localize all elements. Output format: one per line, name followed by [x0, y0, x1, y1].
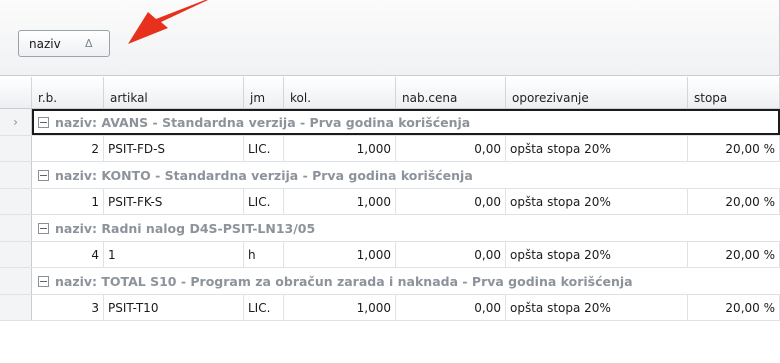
group-header[interactable]: naziv: TOTAL S10 - Program za obračun za…: [32, 268, 780, 294]
header-indicator: [0, 77, 32, 108]
cell-oporezivanje[interactable]: opšta stopa 20%: [506, 295, 688, 320]
table-row[interactable]: 1 PSIT-FK-S LIC. 1,000 0,00 opšta stopa …: [0, 189, 780, 215]
group-header[interactable]: naziv: AVANS - Standardna verzija - Prva…: [32, 109, 780, 135]
row-indicator: [0, 189, 32, 214]
cell-stopa[interactable]: 20,00 %: [688, 136, 780, 161]
row-indicator: [0, 242, 32, 267]
row-indicator: [0, 162, 32, 188]
header-oporezivanje[interactable]: oporezivanje: [506, 77, 688, 108]
cell-rb[interactable]: 2: [32, 136, 104, 161]
table-row[interactable]: 3 PSIT-T10 LIC. 1,000 0,00 opšta stopa 2…: [0, 295, 780, 321]
header-stopa[interactable]: stopa: [688, 77, 780, 108]
cell-artikal[interactable]: PSIT-FK-S: [104, 189, 244, 214]
group-header[interactable]: naziv: Radni nalog D4S-PSIT-LN13/05: [32, 215, 780, 241]
cell-jm[interactable]: h: [244, 242, 284, 267]
group-row[interactable]: naziv: KONTO - Standardna verzija - Prva…: [0, 162, 780, 189]
cell-nab-cena[interactable]: 0,00: [396, 295, 506, 320]
collapse-icon[interactable]: [38, 222, 49, 234]
group-row[interactable]: naziv: TOTAL S10 - Program za obračun za…: [0, 268, 780, 295]
collapse-icon[interactable]: [38, 169, 49, 181]
sort-ascending-icon: Δ: [85, 37, 93, 50]
cell-kol[interactable]: 1,000: [284, 242, 396, 267]
group-chip-label: naziv: [29, 36, 61, 51]
collapse-icon[interactable]: [38, 275, 49, 287]
cell-kol[interactable]: 1,000: [284, 136, 396, 161]
cell-rb[interactable]: 4: [32, 242, 104, 267]
cell-kol[interactable]: 1,000: [284, 295, 396, 320]
cell-stopa[interactable]: 20,00 %: [688, 242, 780, 267]
cell-rb[interactable]: 1: [32, 189, 104, 214]
header-artikal[interactable]: artikal: [104, 77, 244, 108]
grid-header: r.b. artikal jm kol. nab.cena oporezivan…: [0, 77, 780, 109]
cell-oporezivanje[interactable]: opšta stopa 20%: [506, 136, 688, 161]
group-chip-naziv[interactable]: naziv Δ: [18, 30, 110, 57]
group-label: naziv: Radni nalog D4S-PSIT-LN13/05: [55, 220, 316, 236]
header-rb[interactable]: r.b.: [32, 77, 104, 108]
header-nab-cena[interactable]: nab.cena: [396, 77, 506, 108]
red-arrow-icon: [128, 0, 208, 44]
group-header[interactable]: naziv: KONTO - Standardna verzija - Prva…: [32, 162, 780, 188]
cell-jm[interactable]: LIC.: [244, 136, 284, 161]
cell-oporezivanje[interactable]: opšta stopa 20%: [506, 242, 688, 267]
cell-oporezivanje[interactable]: opšta stopa 20%: [506, 189, 688, 214]
table-row[interactable]: 2 PSIT-FD-S LIC. 1,000 0,00 opšta stopa …: [0, 136, 780, 162]
row-indicator: [0, 215, 32, 241]
row-indicator: ›: [0, 109, 32, 135]
header-kol[interactable]: kol.: [284, 77, 396, 108]
cell-artikal[interactable]: PSIT-FD-S: [104, 136, 244, 161]
cell-stopa[interactable]: 20,00 %: [688, 295, 780, 320]
header-jm[interactable]: jm: [244, 77, 284, 108]
table-row[interactable]: 4 1 h 1,000 0,00 opšta stopa 20% 20,00 %: [0, 242, 780, 268]
cell-artikal[interactable]: PSIT-T10: [104, 295, 244, 320]
data-grid: r.b. artikal jm kol. nab.cena oporezivan…: [0, 77, 780, 321]
row-indicator: [0, 136, 32, 161]
cell-rb[interactable]: 3: [32, 295, 104, 320]
row-indicator: [0, 268, 32, 294]
group-label: naziv: TOTAL S10 - Program za obračun za…: [55, 273, 633, 289]
group-by-panel: naziv Δ: [0, 0, 780, 76]
cell-jm[interactable]: LIC.: [244, 189, 284, 214]
chevron-right-icon: ›: [13, 115, 18, 129]
row-indicator: [0, 295, 32, 320]
group-row[interactable]: › naziv: AVANS - Standardna verzija - Pr…: [0, 109, 780, 136]
group-label: naziv: KONTO - Standardna verzija - Prva…: [55, 167, 473, 183]
group-row[interactable]: naziv: Radni nalog D4S-PSIT-LN13/05: [0, 215, 780, 242]
cell-stopa[interactable]: 20,00 %: [688, 189, 780, 214]
collapse-icon[interactable]: [38, 116, 49, 128]
cell-jm[interactable]: LIC.: [244, 295, 284, 320]
group-label: naziv: AVANS - Standardna verzija - Prva…: [55, 114, 471, 130]
cell-nab-cena[interactable]: 0,00: [396, 189, 506, 214]
cell-artikal[interactable]: 1: [104, 242, 244, 267]
cell-nab-cena[interactable]: 0,00: [396, 136, 506, 161]
cell-kol[interactable]: 1,000: [284, 189, 396, 214]
cell-nab-cena[interactable]: 0,00: [396, 242, 506, 267]
